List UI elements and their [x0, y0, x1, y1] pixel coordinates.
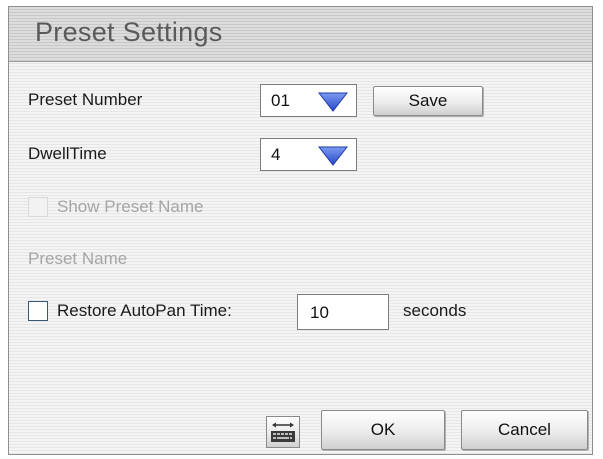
restore-autopan-checkbox[interactable] — [28, 301, 48, 321]
dwell-time-select[interactable]: 4 — [260, 138, 357, 171]
preset-number-select[interactable]: 01 — [260, 84, 357, 117]
cancel-button[interactable]: Cancel — [461, 410, 588, 450]
ok-button[interactable]: OK — [321, 410, 445, 450]
autopan-time-input[interactable]: 10 — [297, 294, 389, 330]
show-preset-name-checkbox[interactable] — [28, 197, 48, 217]
preset-number-value: 01 — [271, 91, 290, 110]
dialog-title: Preset Settings — [35, 17, 223, 47]
title-bar: Preset Settings — [9, 7, 592, 62]
seconds-unit-label: seconds — [403, 301, 467, 320]
keyboard-icon — [271, 422, 295, 442]
preset-name-label: Preset Name — [28, 249, 128, 268]
save-button[interactable]: Save — [373, 86, 483, 116]
dwell-time-value: 4 — [271, 145, 281, 164]
autopan-time-value: 10 — [310, 303, 329, 322]
keyboard-button[interactable] — [266, 416, 300, 448]
preset-number-label: Preset Number — [28, 90, 143, 109]
dropdown-arrow-icon — [318, 92, 348, 112]
preset-settings-dialog: Preset Settings Preset Number 01 Save Dw… — [8, 6, 593, 455]
show-preset-name-label: Show Preset Name — [57, 197, 204, 216]
dropdown-arrow-icon — [318, 146, 348, 166]
dwell-time-label: DwellTime — [28, 144, 107, 163]
restore-autopan-label: Restore AutoPan Time: — [57, 301, 232, 320]
